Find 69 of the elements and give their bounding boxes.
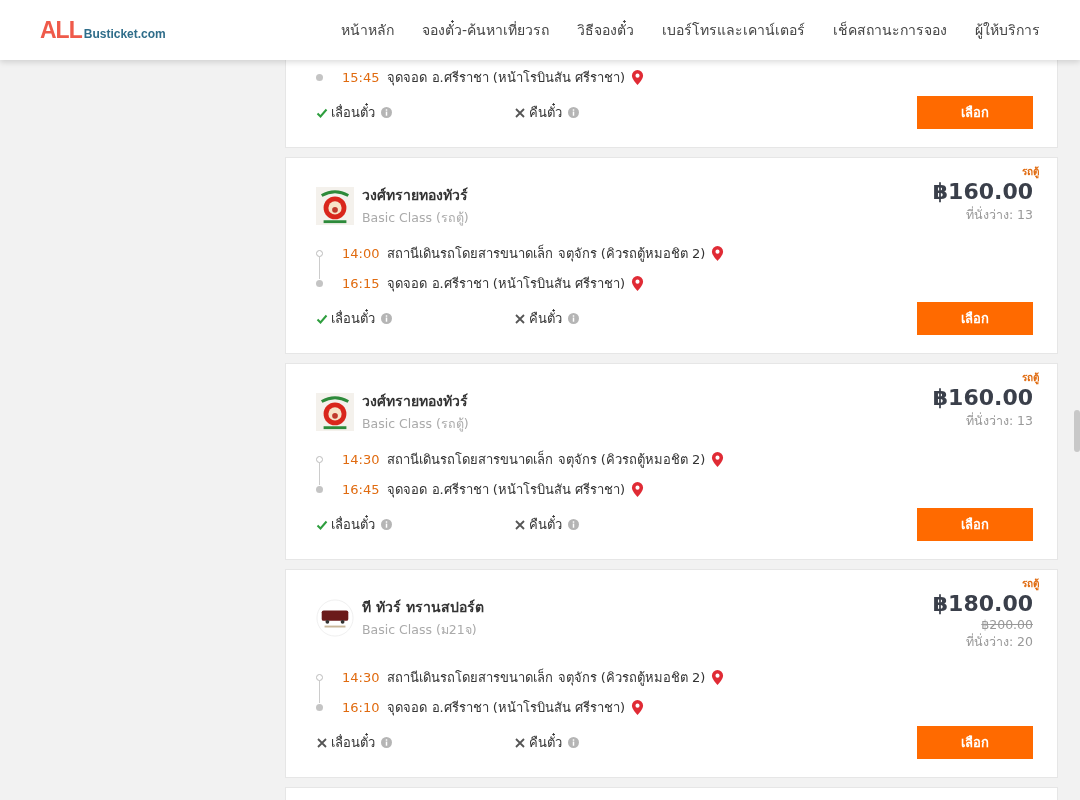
map-pin-icon[interactable] (631, 698, 645, 716)
policy-label: คืนตั๋ว (529, 308, 562, 328)
map-pin-icon[interactable] (631, 480, 645, 498)
old-price: ฿200.00 (981, 617, 1033, 633)
timeline-dot (316, 279, 323, 287)
map-pin-icon[interactable] (631, 68, 645, 86)
map-pin-icon[interactable] (711, 244, 725, 262)
policy-label: เลื่อนตั๋ว (331, 308, 375, 328)
info-icon[interactable] (568, 107, 579, 118)
timeline-dot (316, 703, 323, 711)
price: ฿160.00 (932, 385, 1033, 412)
arrival-time: 16:10 (342, 699, 380, 715)
info-icon[interactable] (381, 107, 392, 118)
arrival-time: 16:45 (342, 481, 380, 497)
timeline-dot (316, 485, 323, 493)
bus-class: Basic Class (รถตู้) (362, 415, 469, 434)
bus-class: Basic Class (ม21จ) (362, 621, 478, 639)
departure-time: 14:30 (342, 451, 380, 467)
nav-link[interactable]: จองตั๋ว-ค้นหาเที่ยวรถ (421, 19, 549, 41)
policy-label: คืนตั๋ว (529, 732, 562, 753)
nav-link[interactable]: วิธีจองตั๋ว (577, 19, 634, 41)
map-pin-icon[interactable] (711, 668, 725, 686)
timeline-dot (316, 249, 323, 257)
vehicle-type: รถตู้ (1022, 371, 1039, 385)
price: ฿180.00 (932, 591, 1033, 618)
departure-stop: สถานีเดินรถโดยสารขนาดเล็ก จตุจักร (คิวรถตู้หมอชิต 2) (387, 449, 706, 470)
vehicle-type: รถตู้ (1022, 577, 1039, 591)
timeline-dot (316, 73, 323, 81)
info-icon[interactable] (568, 737, 579, 749)
bus-class: Basic Class (รถตู้) (362, 209, 469, 228)
site-logo[interactable]: ALLBusticket.com (40, 16, 166, 44)
seats-available: ที่นั่งว่าง: 13 (965, 205, 1033, 225)
info-icon[interactable] (381, 313, 392, 324)
arrival-stop: จุดจอด อ.ศรีราชา (หน้าโรบินสัน ศรีราชา) (387, 274, 626, 294)
company-name: วงศ์ทรายทองทัวร์ (362, 186, 469, 205)
vehicle-type: รถตู้ (1022, 165, 1039, 179)
price: ฿160.00 (932, 179, 1033, 206)
policy-label: เลื่อนตั๋ว (331, 102, 375, 122)
timeline-dot (316, 455, 323, 463)
policy-label: เลื่อนตั๋ว (331, 732, 375, 753)
info-icon[interactable] (381, 519, 392, 530)
nav-link[interactable]: ผู้ให้บริการ (975, 19, 1040, 41)
arrival-stop: จุดจอด อ.ศรีราชา (หน้าโรบินสัน ศรีราชา) (387, 68, 626, 88)
company-name: ที ทัวร์ ทรานสปอร์ต (362, 598, 484, 617)
nav-link[interactable]: เบอร์โทรและเคาน์เตอร์ (662, 19, 805, 41)
policy-label: เลื่อนตั๋ว (331, 514, 375, 534)
arrival-time: 16:15 (342, 275, 380, 291)
departure-time: 14:30 (342, 669, 380, 685)
arrival-time: 15:45 (342, 69, 380, 85)
arrival-stop: จุดจอด อ.ศรีราชา (หน้าโรบินสัน ศรีราชา) (387, 480, 626, 500)
seats-available: ที่นั่งว่าง: 13 (965, 411, 1033, 431)
departure-stop: สถานีเดินรถโดยสารขนาดเล็ก จตุจักร (คิวรถตู้หมอชิต 2) (387, 667, 706, 688)
departure-stop: สถานีเดินรถโดยสารขนาดเล็ก จตุจักร (คิวรถตู้หมอชิต 2) (387, 243, 706, 264)
info-icon[interactable] (568, 519, 579, 530)
company-name: วงศ์ทรายทองทัวร์ (362, 392, 469, 411)
bus-logo-icon (316, 599, 354, 637)
map-pin-icon[interactable] (711, 450, 725, 468)
policy-label: คืนตั๋ว (529, 102, 562, 122)
departure-time: 14:00 (342, 245, 380, 261)
policy-label: คืนตั๋ว (529, 514, 562, 534)
timeline-dot (316, 673, 323, 681)
info-icon[interactable] (568, 313, 579, 324)
seats-available: ที่นั่งว่าง: 20 (965, 632, 1033, 652)
arrival-stop: จุดจอด อ.ศรีราชา (หน้าโรบินสัน ศรีราชา) (387, 698, 626, 718)
nav-link[interactable]: หน้าหลัก (340, 19, 394, 41)
scrollbar-thumb[interactable] (1074, 410, 1080, 452)
nav-link[interactable]: เช็คสถานะการจอง (833, 19, 947, 41)
map-pin-icon[interactable] (631, 274, 645, 292)
info-icon[interactable] (381, 737, 392, 749)
